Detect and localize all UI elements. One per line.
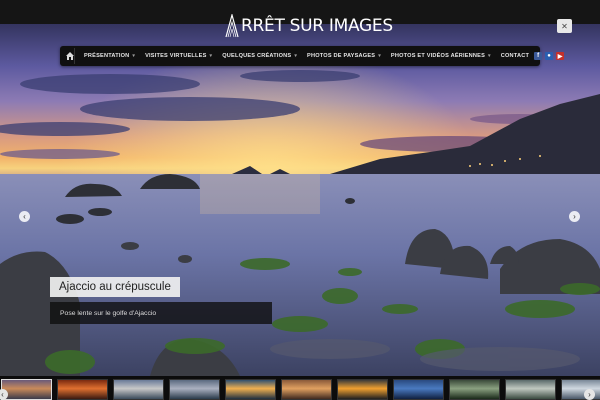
- thumbnails-next-button[interactable]: ›: [584, 389, 595, 400]
- nav-item-label: PRÉSENTATION: [84, 53, 130, 59]
- nav-item-quelques-creations[interactable]: QUELQUES CRÉATIONS ▾: [217, 53, 302, 59]
- nav-item-presentation[interactable]: PRÉSENTATION ▾: [79, 53, 140, 59]
- nav-item-label: VISITES VIRTUELLES: [145, 53, 207, 59]
- home-button[interactable]: [66, 48, 75, 64]
- arrow-left-icon: ‹: [23, 212, 26, 221]
- facebook-icon[interactable]: f: [534, 52, 543, 60]
- close-icon[interactable]: ✕: [557, 19, 572, 33]
- logo-text: RRÊT SUR IMAGES: [241, 16, 393, 36]
- thumbnail[interactable]: [393, 379, 444, 400]
- dropdown-arrow-icon: ▾: [378, 53, 381, 59]
- arrow-left-icon: ‹: [1, 390, 4, 399]
- main-navigation: PRÉSENTATION ▾ VISITES VIRTUELLES ▾ QUELQU…: [60, 46, 565, 66]
- nav-item-visites-virtuelles[interactable]: VISITES VIRTUELLES ▾: [140, 53, 217, 59]
- thumbnail[interactable]: [113, 379, 164, 400]
- nav-item-label: QUELQUES CRÉATIONS: [222, 53, 292, 59]
- home-icon: [66, 52, 74, 60]
- nav-item-label: CONTACT: [500, 53, 530, 59]
- nav-item-label: PHOTOS DE PAYSAGES: [307, 53, 376, 59]
- dropdown-arrow-icon: ▾: [488, 53, 491, 59]
- youtube-icon[interactable]: ▶: [556, 52, 565, 60]
- thumbnail[interactable]: [57, 379, 108, 400]
- social-links: f ● ▶: [534, 52, 565, 60]
- thumbnail[interactable]: [169, 379, 220, 400]
- slide-title: Ajaccio au crépuscule: [50, 277, 180, 297]
- thumbnail-strip: [0, 376, 600, 400]
- nav-item-photos-de-paysages[interactable]: PHOTOS DE PAYSAGES ▾: [302, 53, 386, 59]
- flickr-icon[interactable]: ●: [545, 52, 554, 60]
- nav-item-photos-videos-aeriennes[interactable]: PHOTOS ET VIDÉOS AÉRIENNES ▾: [386, 53, 496, 59]
- thumbnail[interactable]: [337, 379, 388, 400]
- thumbnail[interactable]: [505, 379, 556, 400]
- next-slide-button[interactable]: ›: [569, 211, 580, 222]
- dropdown-arrow-icon: ▾: [209, 53, 213, 59]
- nav-item-label: PHOTOS ET VIDÉOS AÉRIENNES: [390, 53, 486, 59]
- dropdown-arrow-icon: ▾: [132, 53, 136, 59]
- dropdown-arrow-icon: ▾: [294, 53, 298, 59]
- thumbnail[interactable]: [281, 379, 332, 400]
- thumbnail[interactable]: [225, 379, 276, 400]
- thumbnail[interactable]: [449, 379, 500, 400]
- arrow-right-icon: ›: [588, 390, 591, 399]
- slide-subtitle: Pose lente sur le golfe d'Ajaccio: [50, 302, 272, 324]
- nav-item-contact[interactable]: CONTACT: [496, 53, 534, 59]
- previous-slide-button[interactable]: ‹: [19, 211, 30, 222]
- site-logo[interactable]: RRÊT SUR IMAGES: [225, 13, 393, 39]
- logo-a-mark-icon: [225, 14, 239, 38]
- arrow-right-icon: ›: [573, 212, 576, 221]
- thumbnail[interactable]: [1, 379, 52, 400]
